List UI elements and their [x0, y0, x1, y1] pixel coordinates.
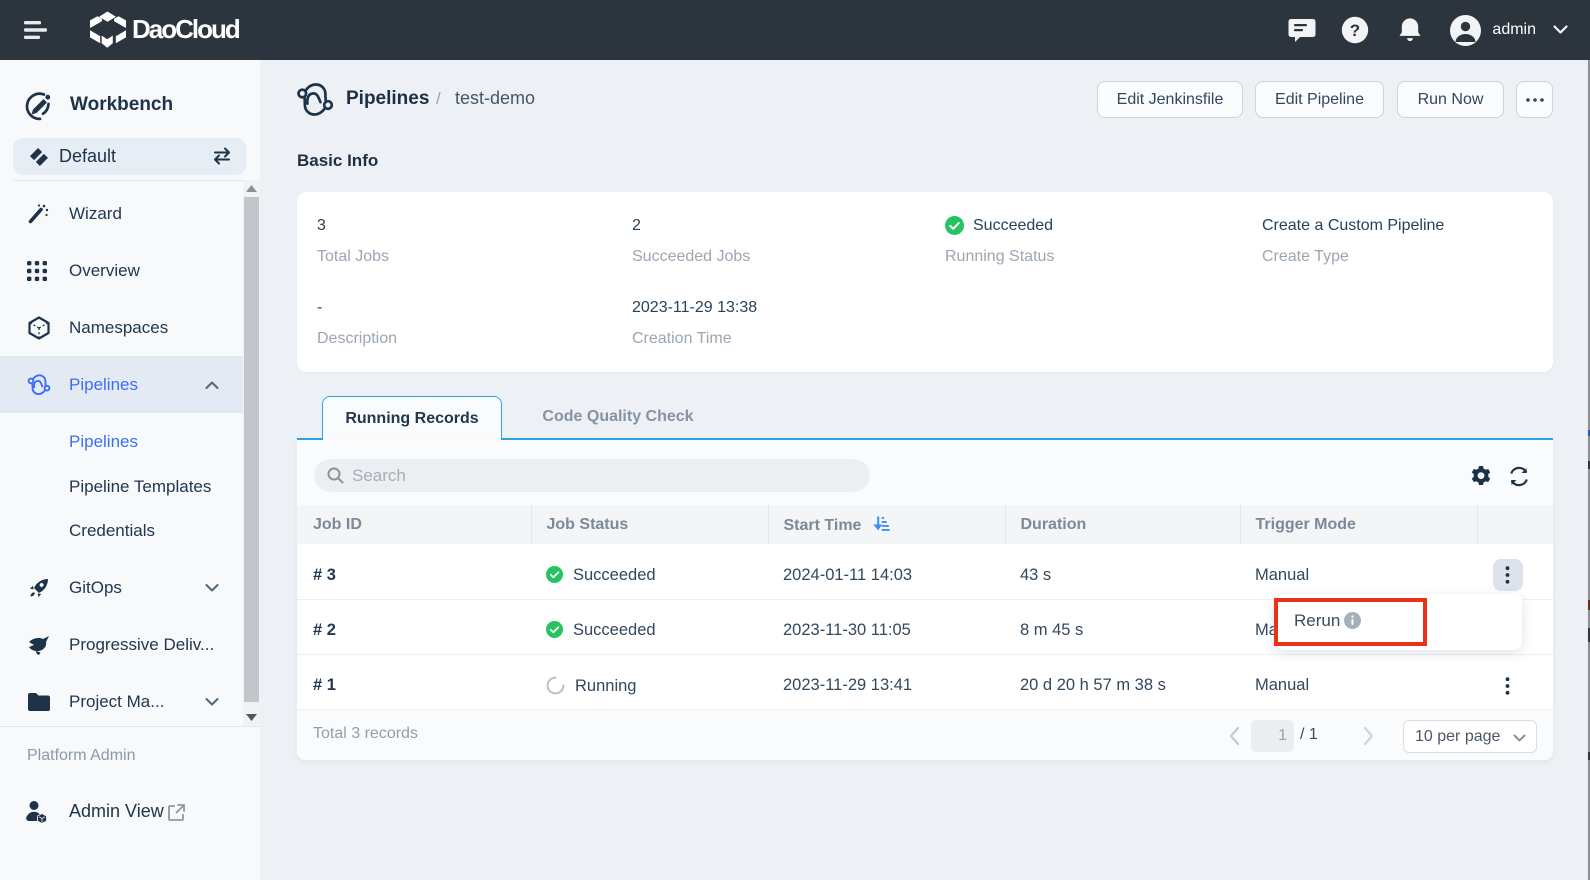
svg-text:?: ? [1350, 21, 1360, 40]
